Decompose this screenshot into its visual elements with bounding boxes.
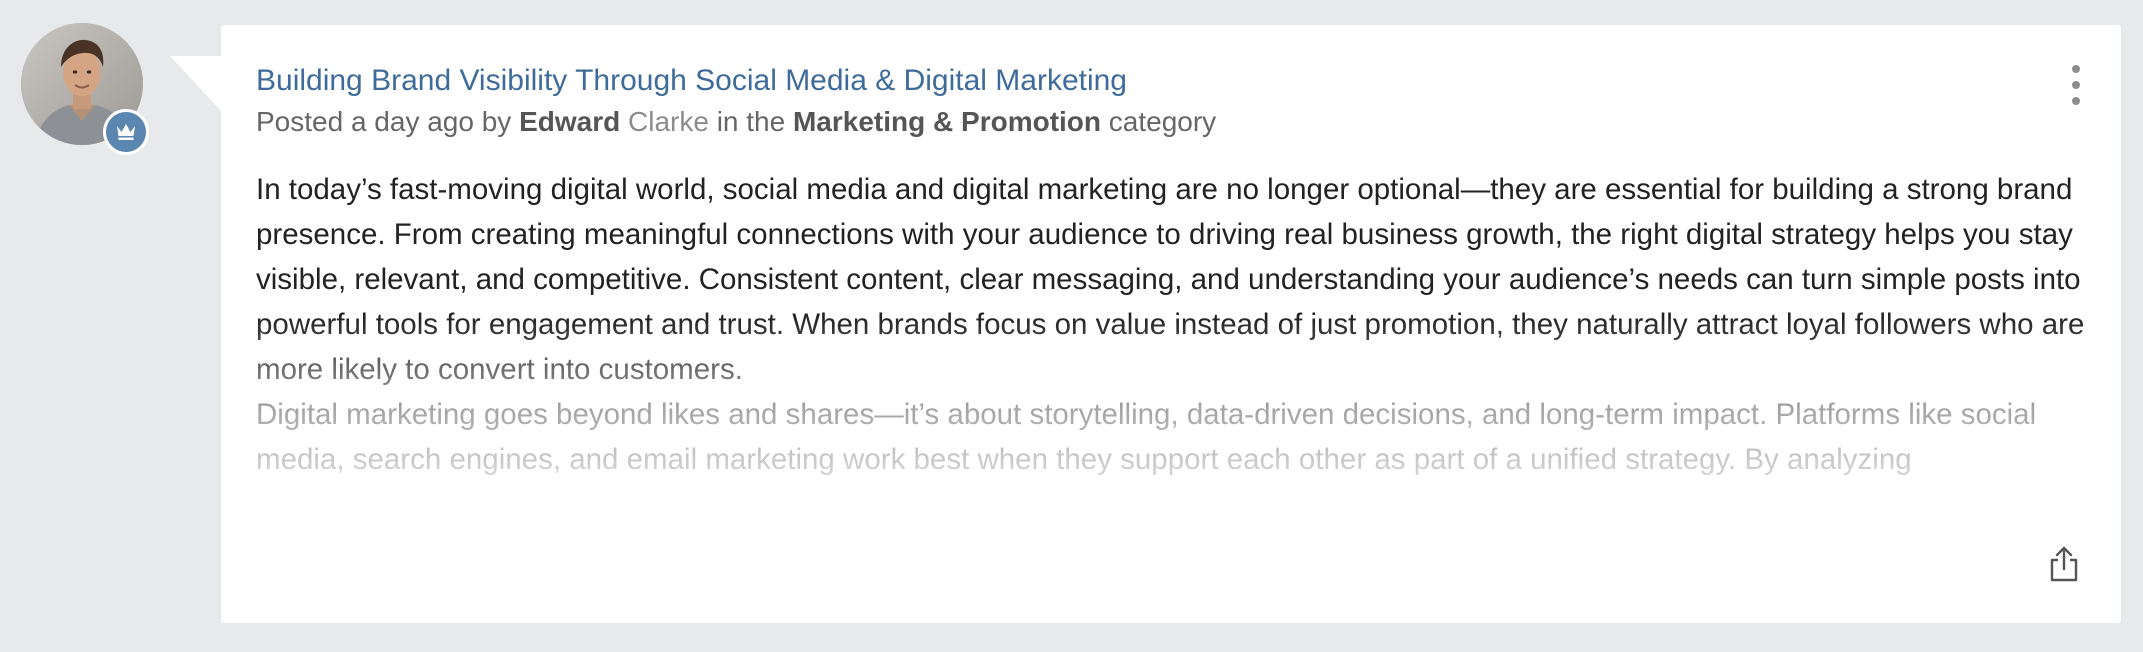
author-avatar-wrap[interactable] bbox=[21, 23, 149, 155]
crown-badge bbox=[103, 109, 149, 155]
share-icon bbox=[2050, 546, 2078, 582]
post-title[interactable]: Building Brand Visibility Through Social… bbox=[256, 63, 1127, 99]
share-button[interactable] bbox=[2047, 545, 2081, 583]
post-card: Building Brand Visibility Through Social… bbox=[221, 25, 2121, 623]
post-body: In today’s fast-moving digital world, so… bbox=[256, 167, 2086, 497]
author-first-name: Edward bbox=[519, 106, 621, 137]
post-meta: Posted a day ago by Edward Clarke in the… bbox=[256, 105, 1216, 139]
category-suffix: category bbox=[1108, 106, 1217, 137]
post-paragraph: In today’s fast-moving digital world, so… bbox=[256, 173, 2085, 386]
in-the-text: in the bbox=[716, 106, 786, 137]
crown-icon bbox=[117, 124, 135, 140]
posted-text: Posted a day ago by bbox=[256, 106, 512, 137]
post-paragraph: Digital marketing goes beyond likes and … bbox=[256, 398, 2037, 476]
more-options-button[interactable] bbox=[2065, 65, 2087, 105]
more-vertical-icon bbox=[2072, 65, 2080, 73]
author-link[interactable]: Edward Clarke bbox=[519, 106, 709, 137]
author-last-name: Clarke bbox=[628, 106, 709, 137]
card-pointer bbox=[170, 56, 222, 112]
category-link[interactable]: Marketing & Promotion bbox=[793, 106, 1101, 137]
